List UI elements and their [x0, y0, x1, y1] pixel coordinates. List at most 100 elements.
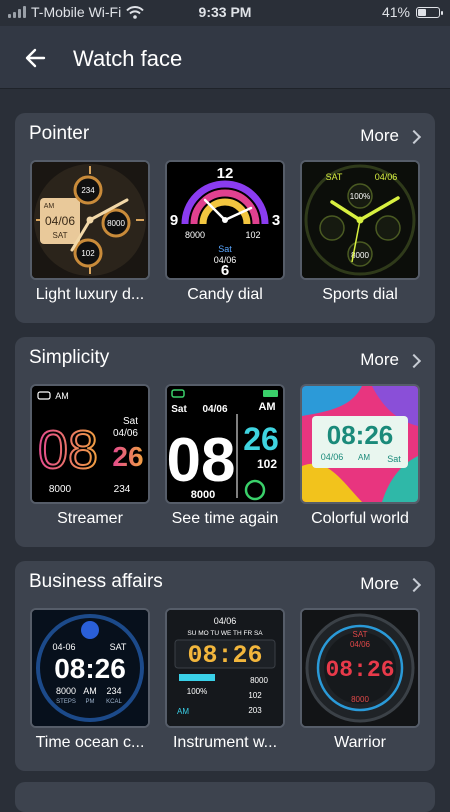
face-text: SAT	[53, 231, 68, 240]
page-title: Watch face	[73, 46, 183, 71]
face-text: 08:26	[325, 657, 394, 683]
status-right: 41%	[381, 4, 443, 20]
chevron-right-icon	[406, 577, 422, 593]
face-text: 102	[248, 691, 262, 700]
face-text: 26	[112, 441, 143, 472]
face-text: 102	[245, 230, 260, 240]
watch-face-preview: Sat 04/06 AM 08 26 102 8000	[165, 384, 285, 504]
watch-face-card[interactable]: 12 9 3 6 8000 102 Sat 04/06 Candy dial	[163, 160, 287, 304]
face-text: SU MO TU WE TH FR SA	[187, 630, 263, 637]
face-text: 102	[257, 457, 277, 471]
face-text: 04/06	[350, 640, 371, 649]
face-text: 234	[81, 186, 95, 195]
more-label: More	[360, 126, 399, 145]
watch-face-card[interactable]: SAT 04/06 100% 8000 Sports dial	[298, 160, 422, 304]
nav-bar: Watch face	[0, 26, 450, 88]
face-text: 08	[167, 426, 235, 495]
chevron-right-icon	[406, 353, 422, 369]
watch-face-card[interactable]: Sat 04/06 AM 08 26 102 8000 See time aga…	[163, 384, 287, 528]
face-text: 3	[272, 212, 280, 229]
section-title: Simplicity	[29, 347, 110, 368]
face-text: 04/06	[113, 428, 138, 439]
face-text: SAT	[326, 172, 343, 182]
watch-face-card[interactable]: SAT 04/06 08:26 8000 Warrior	[298, 608, 422, 752]
watch-face-card[interactable]: 04-06 SAT 08:26 8000 STEPS AM PM 234 KCA…	[28, 608, 152, 752]
face-text: AM	[55, 391, 69, 401]
section-title: Business affairs	[29, 571, 163, 592]
face-text: 08	[38, 420, 98, 480]
watch-face-label: Time ocean c...	[35, 734, 145, 751]
more-button[interactable]: More	[360, 350, 422, 370]
watch-face-label: Colorful world	[311, 510, 409, 527]
face-text: AM	[258, 401, 275, 413]
more-label: More	[360, 350, 399, 369]
watch-face-preview: SAT 04/06 08:26 8000	[300, 608, 420, 728]
face-text: 234	[106, 686, 121, 696]
face-text: 08:26	[54, 653, 126, 684]
face-text: 04/06	[45, 214, 75, 228]
watch-face-label: Light luxury d...	[35, 286, 145, 303]
face-text: 234	[114, 484, 131, 495]
watch-face-label: Sports dial	[322, 286, 398, 303]
face-text: 8000	[49, 484, 72, 495]
face-text: 100%	[187, 687, 207, 696]
section-title: Pointer	[29, 123, 90, 144]
face-text: 04/06	[202, 404, 227, 415]
face-text: 9	[170, 212, 178, 229]
watch-face-label: Candy dial	[187, 286, 263, 303]
watch-face-label: Streamer	[57, 510, 123, 527]
face-text: AM	[177, 707, 189, 716]
more-button[interactable]: More	[360, 574, 422, 594]
face-text: 100%	[350, 192, 370, 201]
face-text: 08:26	[327, 420, 394, 450]
watch-face-preview: 234 AM 04/06 SAT 8000 102	[30, 160, 150, 280]
face-text: AM	[83, 686, 97, 696]
face-text: STEPS	[56, 699, 76, 705]
face-text: 12	[217, 165, 234, 182]
face-text: 8000	[107, 219, 125, 228]
face-text: SAT	[110, 642, 127, 652]
watch-face-preview: 08:26 04/06 AM Sat	[300, 384, 420, 504]
face-text: 04/06	[214, 616, 237, 626]
face-text: 8000	[185, 230, 205, 240]
watch-face-label: Instrument w...	[172, 734, 278, 751]
back-button[interactable]	[22, 44, 52, 72]
face-text: 203	[248, 706, 262, 715]
face-text: 8000	[250, 676, 268, 685]
face-text: 04/06	[321, 452, 344, 462]
battery-percent: 41%	[381, 4, 410, 20]
face-text: Sat	[387, 454, 401, 464]
face-text: 8000	[56, 686, 76, 696]
watch-face-preview: SAT 04/06 100% 8000	[300, 160, 420, 280]
watch-face-preview: 04/06 SU MO TU WE TH FR SA 08:26 8000 10…	[165, 608, 285, 728]
watch-face-label: Warrior	[334, 734, 386, 751]
battery-fill	[418, 8, 426, 16]
watch-face-preview: 04-06 SAT 08:26 8000 STEPS AM PM 234 KCA…	[30, 608, 150, 728]
face-text: Sat	[171, 404, 187, 415]
more-label: More	[360, 574, 399, 593]
face-text: 08:26	[187, 641, 262, 670]
next-section-peek	[15, 782, 435, 812]
watch-face-preview: AM Sat 04/06 08 26 8000 234	[30, 384, 150, 504]
face-text: 04/06	[375, 172, 398, 182]
section-simplicity: Simplicity More AM Sat 04/06 08 26 8000 …	[15, 337, 435, 547]
face-text: 102	[81, 249, 95, 258]
watch-face-card[interactable]: 234 AM 04/06 SAT 8000 102 Light luxury d…	[28, 160, 152, 304]
face-text: Sat	[218, 244, 232, 254]
face-text: 26	[243, 421, 279, 457]
watch-face-card[interactable]: 08:26 04/06 AM Sat Colorful world	[298, 384, 422, 528]
chevron-right-icon	[406, 129, 422, 145]
face-text: 8000	[191, 489, 215, 501]
arrow-left-icon	[25, 48, 46, 68]
battery-icon	[416, 6, 443, 18]
face-text: AM	[358, 453, 370, 462]
more-button[interactable]: More	[360, 126, 422, 146]
face-text: PM	[86, 699, 95, 705]
watch-face-label: See time again	[171, 510, 279, 527]
watch-face-card[interactable]: 04/06 SU MO TU WE TH FR SA 08:26 8000 10…	[163, 608, 287, 752]
section-pointer: Pointer More 234 AM 04/06 SAT 8000 102 L…	[15, 113, 435, 323]
face-text: SAT	[353, 630, 368, 639]
face-text: 8000	[351, 695, 369, 704]
watch-face-card[interactable]: AM Sat 04/06 08 26 8000 234 Streamer	[28, 384, 152, 528]
face-text: AM	[44, 203, 55, 210]
